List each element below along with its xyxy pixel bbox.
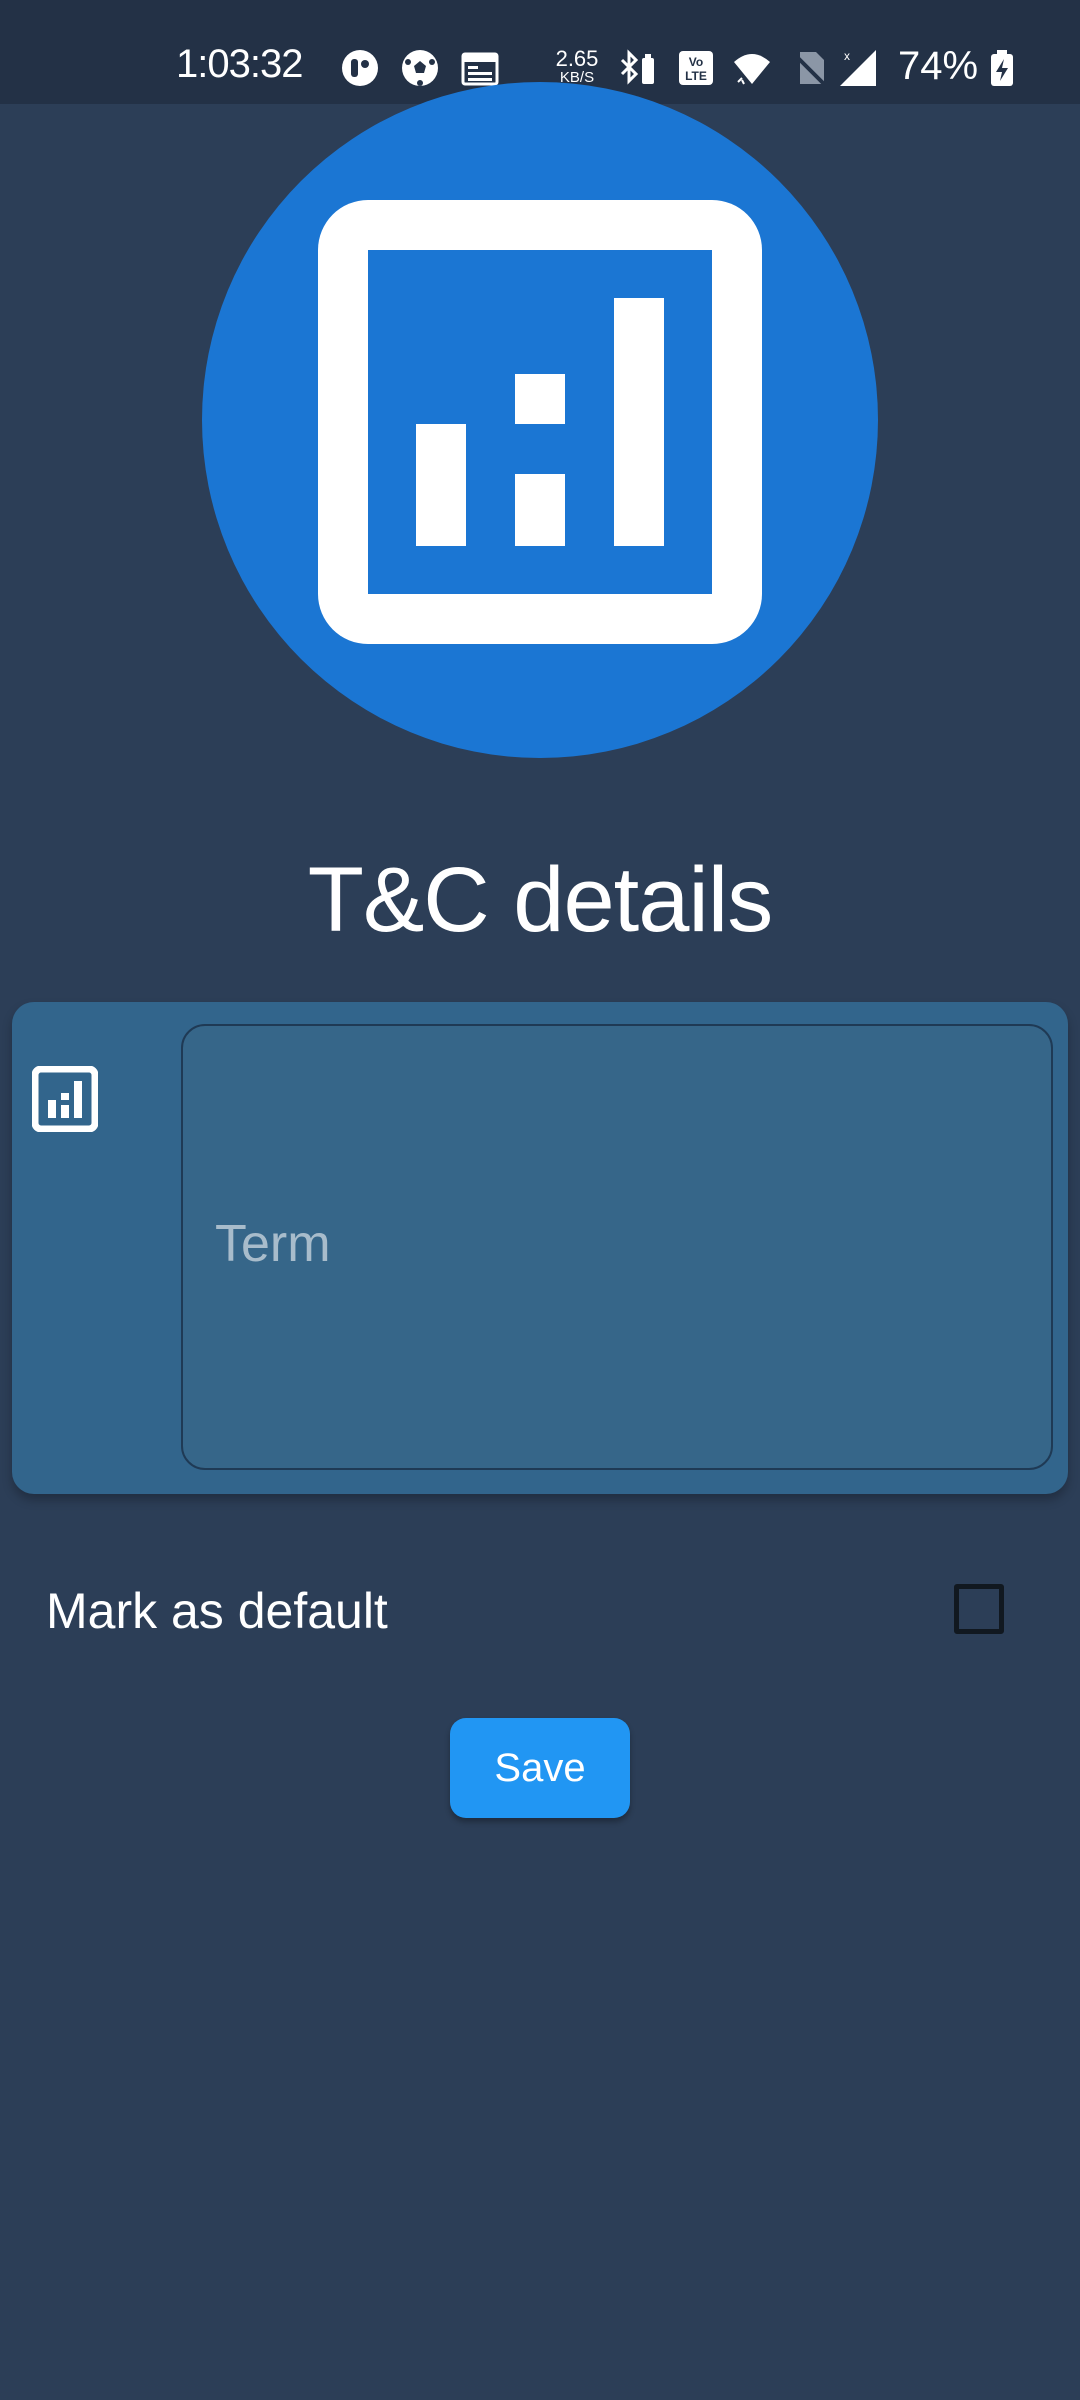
status-time: 1:03:32 xyxy=(176,42,303,86)
wifi-icon xyxy=(734,54,770,85)
network-speed: 2.65 KB/S xyxy=(552,46,602,86)
bar-chart-box-icon xyxy=(318,200,762,644)
save-button[interactable]: Save xyxy=(450,1718,630,1818)
network-speed-value: 2.65 xyxy=(555,46,599,71)
soccer-ball-icon xyxy=(402,50,438,86)
mark-as-default-label: Mark as default xyxy=(46,1583,388,1639)
volte-icon: Vo LTE xyxy=(679,51,713,85)
term-card: Term xyxy=(12,1002,1068,1494)
svg-text:LTE: LTE xyxy=(685,69,707,83)
calendar-icon xyxy=(461,52,499,86)
svg-text:x: x xyxy=(844,49,850,63)
signal-icon: x xyxy=(840,49,876,86)
term-input[interactable]: Term xyxy=(181,1024,1053,1470)
svg-text:Vo: Vo xyxy=(689,55,703,69)
no-sim-icon xyxy=(792,52,828,88)
bluetooth-battery-icon xyxy=(620,49,654,85)
battery-charging-icon xyxy=(991,50,1013,86)
bar-chart-box-icon xyxy=(32,1066,98,1132)
battery-percentage: 74% xyxy=(898,44,979,88)
page-title: T&C details xyxy=(307,849,774,951)
term-placeholder: Term xyxy=(215,1215,331,1273)
notification-app-icon xyxy=(342,50,378,86)
mark-as-default-checkbox[interactable] xyxy=(954,1584,1004,1634)
